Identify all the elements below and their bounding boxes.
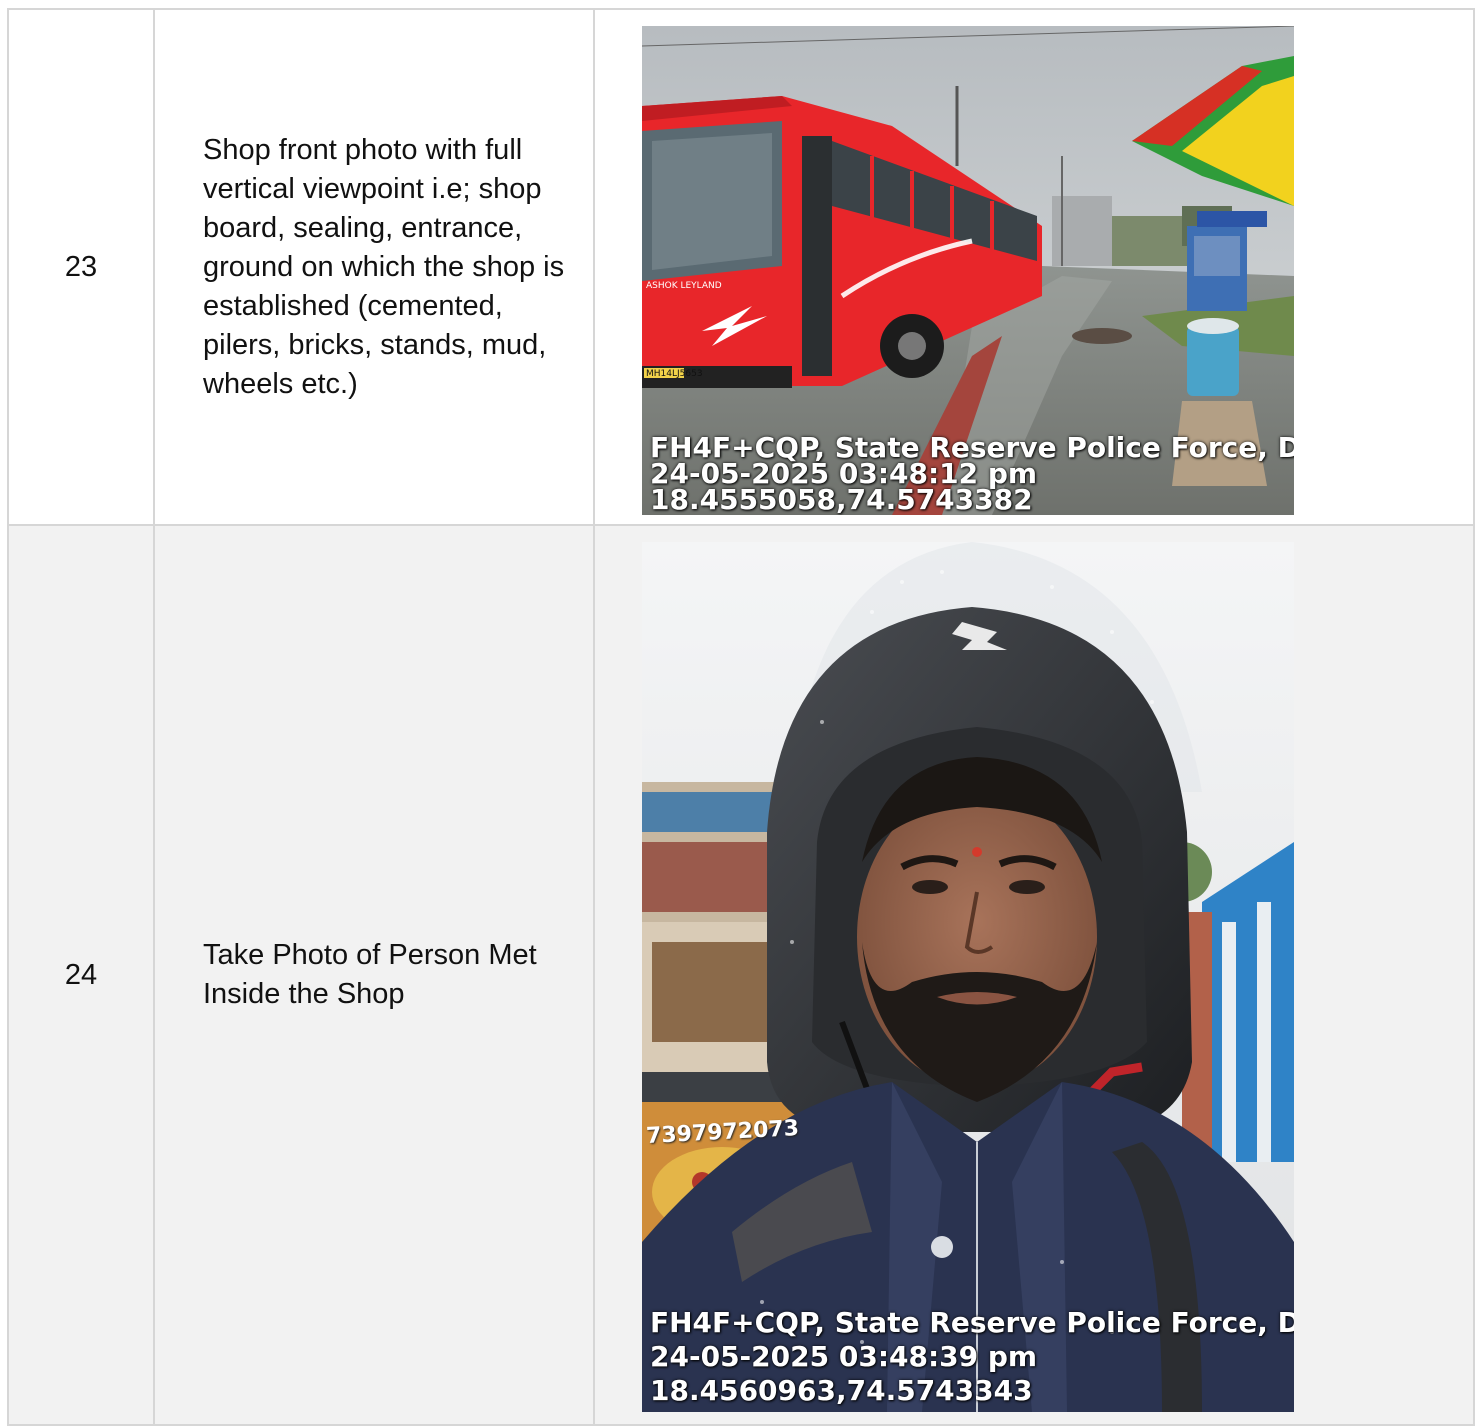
stamp-location: FH4F+CQP, State Reserve Police Force, D	[650, 1306, 1294, 1339]
stamp-coordinates: 18.4560963,74.5743343	[650, 1374, 1033, 1407]
photo-report-table: 23 Shop front photo with full vertical v…	[7, 8, 1475, 1426]
photo-stamp: FH4F+CQP, State Reserve Police Force, D …	[650, 434, 1294, 515]
svg-text:MH14LJ5653: MH14LJ5653	[646, 369, 703, 379]
photo-cell: 7397972073 FH4F+CQP, State Reserve Polic…	[593, 524, 1475, 1426]
table-row: 24 Take Photo of Person Met Inside the S…	[7, 524, 1475, 1426]
stamp-coordinates: 18.4555058,74.5743382	[650, 483, 1033, 515]
stamp-datetime: 24-05-2025 03:48:39 pm	[650, 1340, 1038, 1373]
photo-stamp: FH4F+CQP, State Reserve Police Force, D …	[650, 1306, 1294, 1408]
person-photo-image	[642, 542, 1294, 1412]
shop-front-photo: MH14LJ5653 ASHOK LEYLAND FH4F+CQP, State…	[642, 26, 1294, 515]
row-description: Take Photo of Person Met Inside the Shop	[153, 524, 595, 1426]
svg-text:ASHOK LEYLAND: ASHOK LEYLAND	[646, 281, 722, 291]
row-description: Shop front photo with full vertical view…	[153, 8, 595, 526]
row-number: 23	[7, 8, 155, 526]
photo-cell: MH14LJ5653 ASHOK LEYLAND FH4F+CQP, State…	[593, 8, 1475, 526]
row-number: 24	[7, 524, 155, 1426]
person-photo: 7397972073 FH4F+CQP, State Reserve Polic…	[642, 542, 1294, 1412]
table-row: 23 Shop front photo with full vertical v…	[7, 8, 1475, 526]
